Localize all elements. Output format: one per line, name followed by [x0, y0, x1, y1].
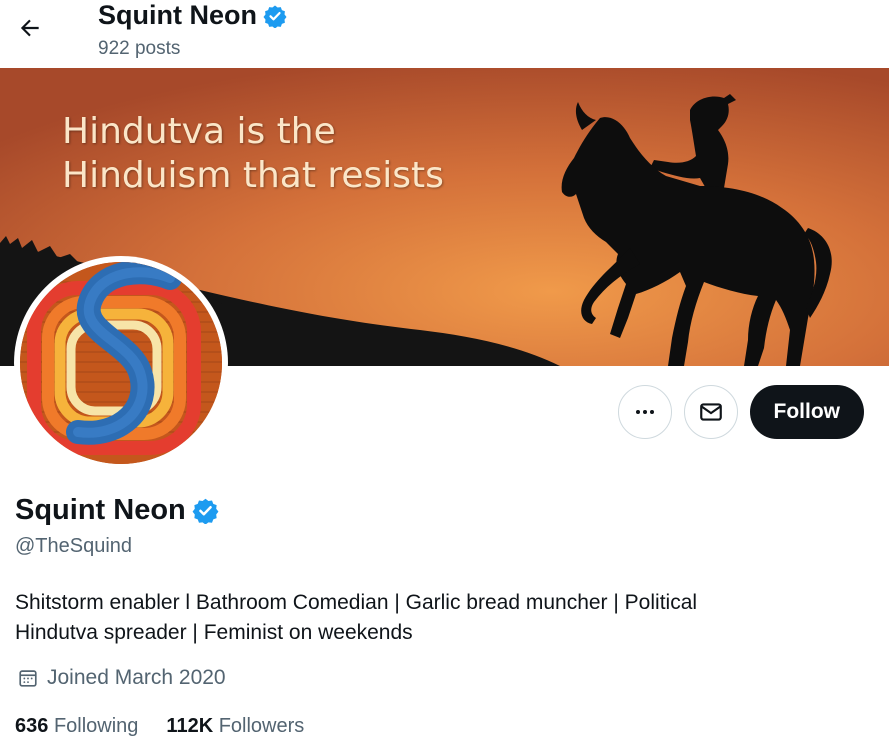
header-display-name: Squint Neon [98, 0, 257, 30]
verified-badge-icon [263, 5, 287, 28]
bio-line-2: Hindutva spreader | Feminist on weekends [15, 621, 413, 644]
mail-icon [699, 403, 722, 421]
message-button[interactable] [683, 385, 738, 439]
verified-badge-icon[interactable] [192, 497, 219, 524]
following-count: 636 [15, 715, 49, 737]
joined-date: Joined March 2020 [17, 666, 226, 690]
profile-display-name: Squint Neon [15, 494, 186, 526]
joined-text: Joined March 2020 [47, 666, 226, 689]
banner-line-2: Hinduism that resists [62, 155, 444, 196]
avatar-image [20, 262, 222, 464]
follow-button[interactable]: Follow [749, 385, 864, 439]
profile-handle: @TheSquind [15, 535, 133, 557]
profile-name: Squint Neon [15, 494, 219, 527]
profile-bio: Shitstorm enabler l Bathroom Comedian | … [15, 588, 875, 648]
profile-stats: 636 Following 112K Followers [15, 715, 304, 738]
banner-line-1: Hindutva is the [62, 111, 336, 152]
post-count: 922 posts [98, 38, 181, 59]
avatar[interactable] [14, 256, 228, 470]
followers-link[interactable]: 112K Followers [166, 715, 304, 738]
logo-icon [20, 262, 222, 464]
back-arrow-icon [20, 19, 39, 37]
header-title: Squint Neon [98, 0, 287, 31]
bio-line-1: Shitstorm enabler l Bathroom Comedian | … [15, 591, 698, 614]
calendar-icon [19, 670, 37, 687]
top-bar: Squint Neon 922 posts [0, 0, 892, 68]
following-link[interactable]: 636 Following [15, 715, 138, 738]
more-button[interactable] [617, 385, 672, 439]
following-label: Following [53, 715, 139, 737]
banner-caption: Hindutva is the Hinduism that resists [62, 110, 444, 198]
more-icon [635, 410, 654, 414]
profile-actions: Follow [617, 385, 864, 439]
followers-label: Followers [218, 715, 305, 737]
back-button[interactable] [10, 8, 50, 48]
followers-count: 112K [166, 715, 214, 737]
